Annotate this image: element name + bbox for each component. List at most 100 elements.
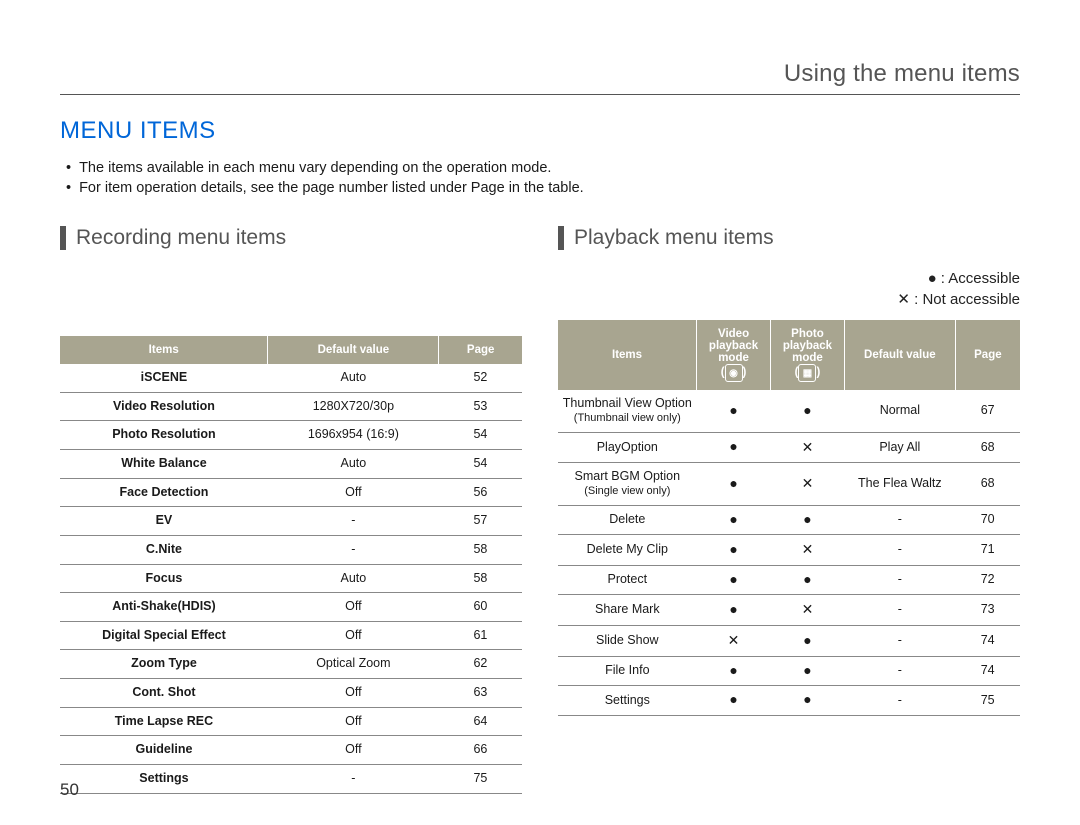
cell-item: Protect: [558, 565, 697, 595]
cell-photo: ●: [771, 626, 845, 657]
legend: ● : Accessible ✕ : Not accessible: [558, 268, 1020, 310]
cell-photo: ✕: [771, 432, 845, 463]
cell-page: 75: [955, 686, 1020, 716]
table-row: Digital Special EffectOff61: [60, 621, 522, 650]
cell-page: 58: [439, 535, 522, 564]
table-row: Settings●●-75: [558, 686, 1020, 716]
cell-page: 73: [955, 595, 1020, 626]
cell-page: 72: [955, 565, 1020, 595]
cell-video: ●: [697, 565, 771, 595]
cell-default: 1696x954 (16:9): [268, 421, 439, 450]
accessible-icon: ●: [729, 475, 737, 491]
playback-column: Playback menu items ● : Accessible ✕ : N…: [558, 226, 1020, 793]
accessible-icon: ●: [803, 571, 811, 587]
cell-photo: ✕: [771, 595, 845, 626]
cell-default: -: [844, 595, 955, 626]
cell-video: ✕: [697, 626, 771, 657]
cell-page: 67: [955, 390, 1020, 432]
recording-column: Recording menu items Items Default value…: [60, 226, 522, 793]
not-accessible-icon: ✕: [802, 475, 814, 491]
cell-page: 62: [439, 650, 522, 679]
accessible-icon: ●: [729, 511, 737, 527]
cell-item: White Balance: [60, 450, 268, 479]
cell-item: Settings: [60, 764, 268, 793]
table-row: Delete●●-70: [558, 505, 1020, 535]
cell-default: -: [844, 656, 955, 686]
cell-page: 66: [439, 736, 522, 765]
accessible-icon: ●: [803, 402, 811, 418]
cell-default: Off: [268, 707, 439, 736]
cell-video: ●: [697, 463, 771, 505]
cell-item: Cont. Shot: [60, 679, 268, 708]
table-row: EV-57: [60, 507, 522, 536]
cell-video: ●: [697, 686, 771, 716]
cell-page: 70: [955, 505, 1020, 535]
not-accessible-icon: ✕: [802, 541, 814, 557]
cell-page: 53: [439, 392, 522, 421]
cell-item: PlayOption: [558, 432, 697, 463]
col-header-page: Page: [439, 336, 522, 364]
accessible-icon: ●: [729, 571, 737, 587]
col-header-page: Page: [955, 320, 1020, 390]
cell-page: 58: [439, 564, 522, 593]
cell-default: -: [268, 507, 439, 536]
not-accessible-icon: ✕: [802, 601, 814, 617]
cell-default: Off: [268, 621, 439, 650]
cell-default: Auto: [268, 564, 439, 593]
table-row: File Info●●-74: [558, 656, 1020, 686]
cell-default: Off: [268, 478, 439, 507]
cell-item: Slide Show: [558, 626, 697, 657]
cell-page: 54: [439, 421, 522, 450]
cell-photo: ✕: [771, 463, 845, 505]
cell-item: Delete: [558, 505, 697, 535]
cell-page: 57: [439, 507, 522, 536]
table-row: C.Nite-58: [60, 535, 522, 564]
cell-item: C.Nite: [60, 535, 268, 564]
cell-video: ●: [697, 390, 771, 432]
cell-page: 71: [955, 535, 1020, 566]
cell-item: Focus: [60, 564, 268, 593]
cell-item: Photo Resolution: [60, 421, 268, 450]
cell-photo: ●: [771, 390, 845, 432]
col-header-video-mode: Video playback mode (◉): [697, 320, 771, 390]
cell-photo: ●: [771, 565, 845, 595]
table-row: Video Resolution1280X720/30p53: [60, 392, 522, 421]
cell-photo: ●: [771, 686, 845, 716]
col-header-items: Items: [60, 336, 268, 364]
photo-mode-icon: ▦: [798, 364, 816, 382]
cell-page: 63: [439, 679, 522, 708]
table-row: Smart BGM Option(Single view only)●✕The …: [558, 463, 1020, 505]
cell-default: -: [268, 535, 439, 564]
col-header-photo-mode: Photo playback mode (▦): [771, 320, 845, 390]
cell-page: 54: [439, 450, 522, 479]
cell-video: ●: [697, 432, 771, 463]
cell-item: Settings: [558, 686, 697, 716]
cell-video: ●: [697, 595, 771, 626]
table-row: Zoom TypeOptical Zoom62: [60, 650, 522, 679]
playback-table: Items Video playback mode (◉) Photo play…: [558, 320, 1020, 716]
col-header-items: Items: [558, 320, 697, 390]
cell-photo: ●: [771, 656, 845, 686]
cell-item: Zoom Type: [60, 650, 268, 679]
recording-table: Items Default value Page iSCENEAuto52Vid…: [60, 336, 522, 793]
cell-item: Share Mark: [558, 595, 697, 626]
cell-item: Anti-Shake(HDIS): [60, 593, 268, 622]
cell-default: Normal: [844, 390, 955, 432]
table-row: iSCENEAuto52: [60, 364, 522, 392]
accessible-icon: ●: [803, 691, 811, 707]
accessible-icon: ●: [803, 632, 811, 648]
playback-title: Playback menu items: [558, 226, 1020, 250]
cell-default: -: [844, 686, 955, 716]
cell-item: Time Lapse REC: [60, 707, 268, 736]
table-row: Face DetectionOff56: [60, 478, 522, 507]
cell-item: EV: [60, 507, 268, 536]
table-row: Time Lapse RECOff64: [60, 707, 522, 736]
table-row: Protect●●-72: [558, 565, 1020, 595]
cell-item: Delete My Clip: [558, 535, 697, 566]
cell-default: Auto: [268, 364, 439, 392]
cell-default: Off: [268, 736, 439, 765]
bullet-item: For item operation details, see the page…: [66, 179, 1020, 199]
table-row: White BalanceAuto54: [60, 450, 522, 479]
col-header-default: Default value: [844, 320, 955, 390]
table-row: Share Mark● ✕ -73: [558, 595, 1020, 626]
